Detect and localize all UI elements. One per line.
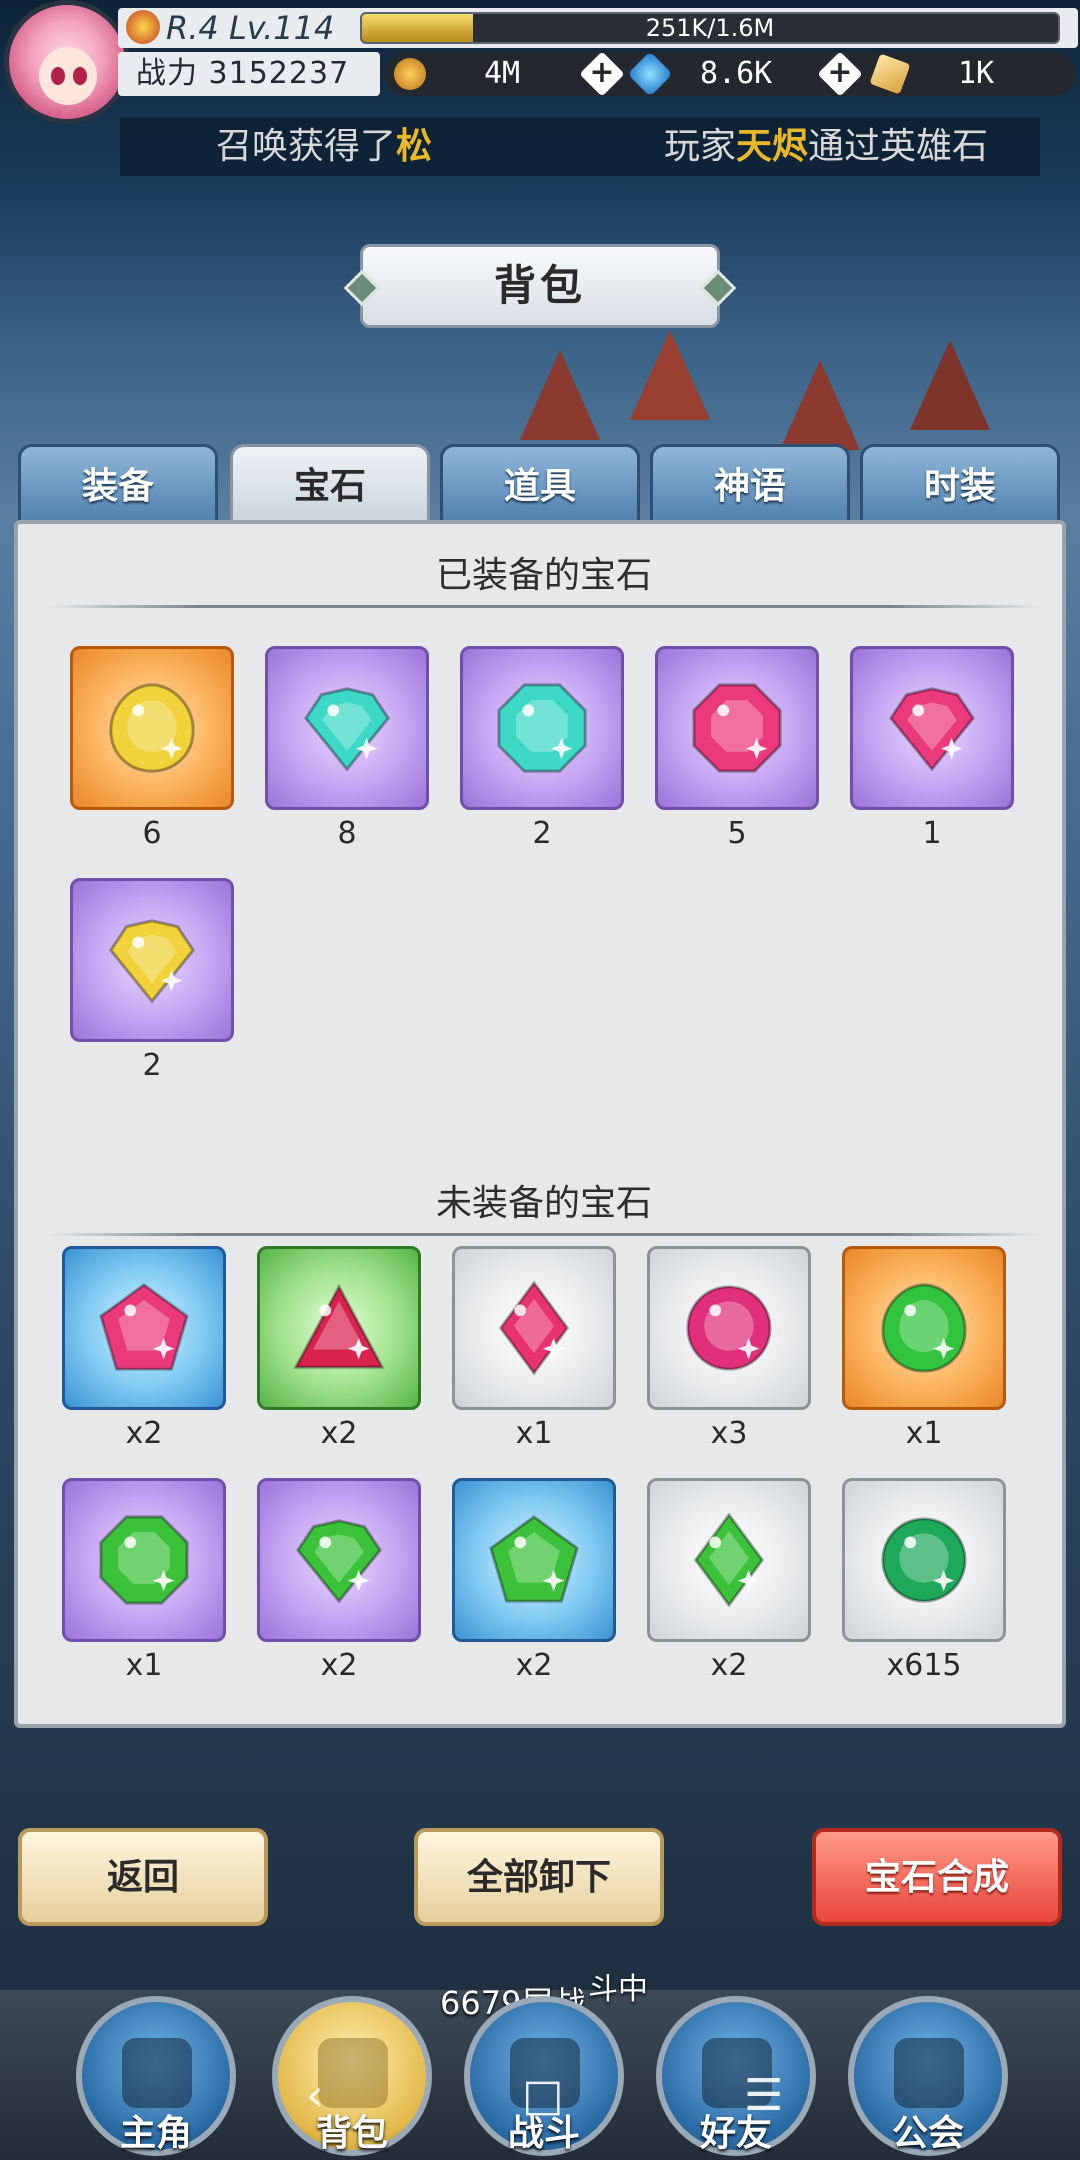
gem-icon [693, 1512, 765, 1608]
power-value: 3152237 [208, 56, 350, 91]
exp-text: 251K/1.6M [645, 14, 775, 42]
gem-icon [497, 683, 587, 773]
unequipped-gem-count: x2 [710, 1648, 748, 1683]
unequipped-gems-header: 未装备的宝石 [48, 1172, 1040, 1236]
exp-bar: 251K/1.6M [360, 12, 1060, 44]
ticker-message-2: 玩家天烬通过英雄石 [664, 126, 989, 167]
tab-items[interactable]: 道具 [440, 444, 640, 524]
scroll-amount: 1K [958, 56, 995, 91]
equipped-gem-slot[interactable] [850, 646, 1014, 810]
equipped-gem-count: 6 [142, 816, 162, 851]
unequipped-gem-slot[interactable] [257, 1478, 421, 1642]
unequipped-gem-slot[interactable] [842, 1478, 1006, 1642]
gem-icon [109, 919, 195, 1004]
unequipped-gem-count: x615 [886, 1648, 962, 1683]
equipped-gem-slot[interactable] [70, 878, 234, 1042]
tab-costumes[interactable]: 时装 [860, 444, 1060, 524]
gem-icon [881, 1283, 967, 1373]
gem-inventory-panel[interactable]: 已装备的宝石 6 8 2 5 1 2 未装备的宝石 x2 x2 x1 x3 x1… [14, 520, 1066, 1728]
unequipped-gem-slot[interactable] [62, 1478, 226, 1642]
avatar-eye-right [73, 67, 87, 85]
unequipped-gem-count: x2 [320, 1648, 358, 1683]
diamond-icon [627, 51, 673, 97]
system-back-icon[interactable]: ‹ [306, 2070, 324, 2121]
gem-icon [293, 1283, 385, 1369]
gem-icon [99, 1515, 189, 1605]
equipped-gem-count: 5 [727, 816, 747, 851]
equipped-gem-count: 8 [337, 816, 357, 851]
ticker-message-1: 召唤获得了松 [216, 126, 433, 167]
unequip-all-button[interactable]: 全部卸下 [414, 1828, 664, 1926]
nav-friends-label: 好友 [699, 2113, 772, 2154]
tab-runes[interactable]: 神语 [650, 444, 850, 524]
unequipped-gem-slot[interactable] [647, 1246, 811, 1410]
tab-gems[interactable]: 宝石 [230, 444, 430, 524]
unequipped-gem-slot[interactable] [452, 1246, 616, 1410]
add-diamond-button[interactable] [817, 51, 863, 97]
bag-icon [318, 2038, 388, 2108]
helmet-icon [122, 2038, 192, 2108]
unequipped-gem-count: x1 [125, 1648, 163, 1683]
gem-icon [99, 1283, 189, 1371]
unequipped-gem-slot[interactable] [257, 1246, 421, 1410]
guild-crest-icon [894, 2038, 964, 2108]
gem-icon [489, 1515, 579, 1603]
equipped-gem-count: 1 [922, 816, 942, 851]
player-avatar[interactable] [4, 0, 130, 124]
gold-coin-icon [394, 58, 426, 90]
gem-icon [686, 1285, 772, 1371]
announcement-ticker: 召唤获得了松 玩家天烬通过英雄石 [120, 118, 1040, 176]
gem-icon [498, 1280, 570, 1376]
equipped-gems-header: 已装备的宝石 [48, 544, 1040, 608]
unequipped-gem-count: x2 [125, 1416, 163, 1451]
unequipped-gem-count: x2 [515, 1648, 553, 1683]
avatar-face [39, 47, 97, 105]
gem-synthesis-button[interactable]: 宝石合成 [812, 1828, 1062, 1926]
nav-bag-label: 背包 [315, 2113, 388, 2154]
unequipped-gem-count: x3 [710, 1416, 748, 1451]
power-display: 战力 3152237 [136, 52, 349, 96]
unequipped-gem-count: x1 [905, 1416, 943, 1451]
gem-icon [692, 683, 782, 773]
unequipped-gem-slot[interactable] [647, 1478, 811, 1642]
nav-guild-label: 公会 [891, 2113, 964, 2154]
add-gold-button[interactable] [579, 51, 625, 97]
unequipped-gem-count: x1 [515, 1416, 553, 1451]
unequipped-gem-slot[interactable] [452, 1478, 616, 1642]
rank-badge-icon [126, 10, 160, 44]
system-home-icon[interactable]: □ [522, 2070, 564, 2121]
battle-status: 斗中 [588, 1972, 648, 2007]
system-menu-icon[interactable]: ☰ [744, 2070, 783, 2121]
currency-bar: 4M 8.6K 1K [384, 51, 1076, 97]
rank-level-text: R.4 Lv.114 [166, 9, 335, 47]
tab-equipment[interactable]: 装备 [18, 444, 218, 524]
gold-amount: 4M [484, 56, 521, 91]
unequipped-gem-slot[interactable] [842, 1246, 1006, 1410]
back-button[interactable]: 返回 [18, 1828, 268, 1926]
gem-icon [304, 687, 390, 772]
diamond-amount: 8.6K [700, 56, 773, 91]
unequipped-gem-count: x2 [320, 1416, 358, 1451]
equipped-gem-slot[interactable] [655, 646, 819, 810]
equipped-gem-count: 2 [142, 1048, 162, 1083]
avatar-eye-left [51, 67, 65, 85]
gem-icon [881, 1517, 967, 1603]
unequipped-gem-slot[interactable] [62, 1246, 226, 1410]
gem-icon [109, 683, 195, 773]
nav-hero-label: 主角 [119, 2113, 192, 2154]
equipped-gem-slot[interactable] [460, 646, 624, 810]
equipped-gem-slot[interactable] [265, 646, 429, 810]
gem-icon [889, 687, 975, 772]
scroll-icon [869, 53, 911, 95]
equipped-gem-count: 2 [532, 816, 552, 851]
page-title: 背包 [360, 244, 720, 328]
equipped-gem-slot[interactable] [70, 646, 234, 810]
gem-icon [296, 1519, 382, 1604]
power-label: 战力 [136, 56, 198, 91]
